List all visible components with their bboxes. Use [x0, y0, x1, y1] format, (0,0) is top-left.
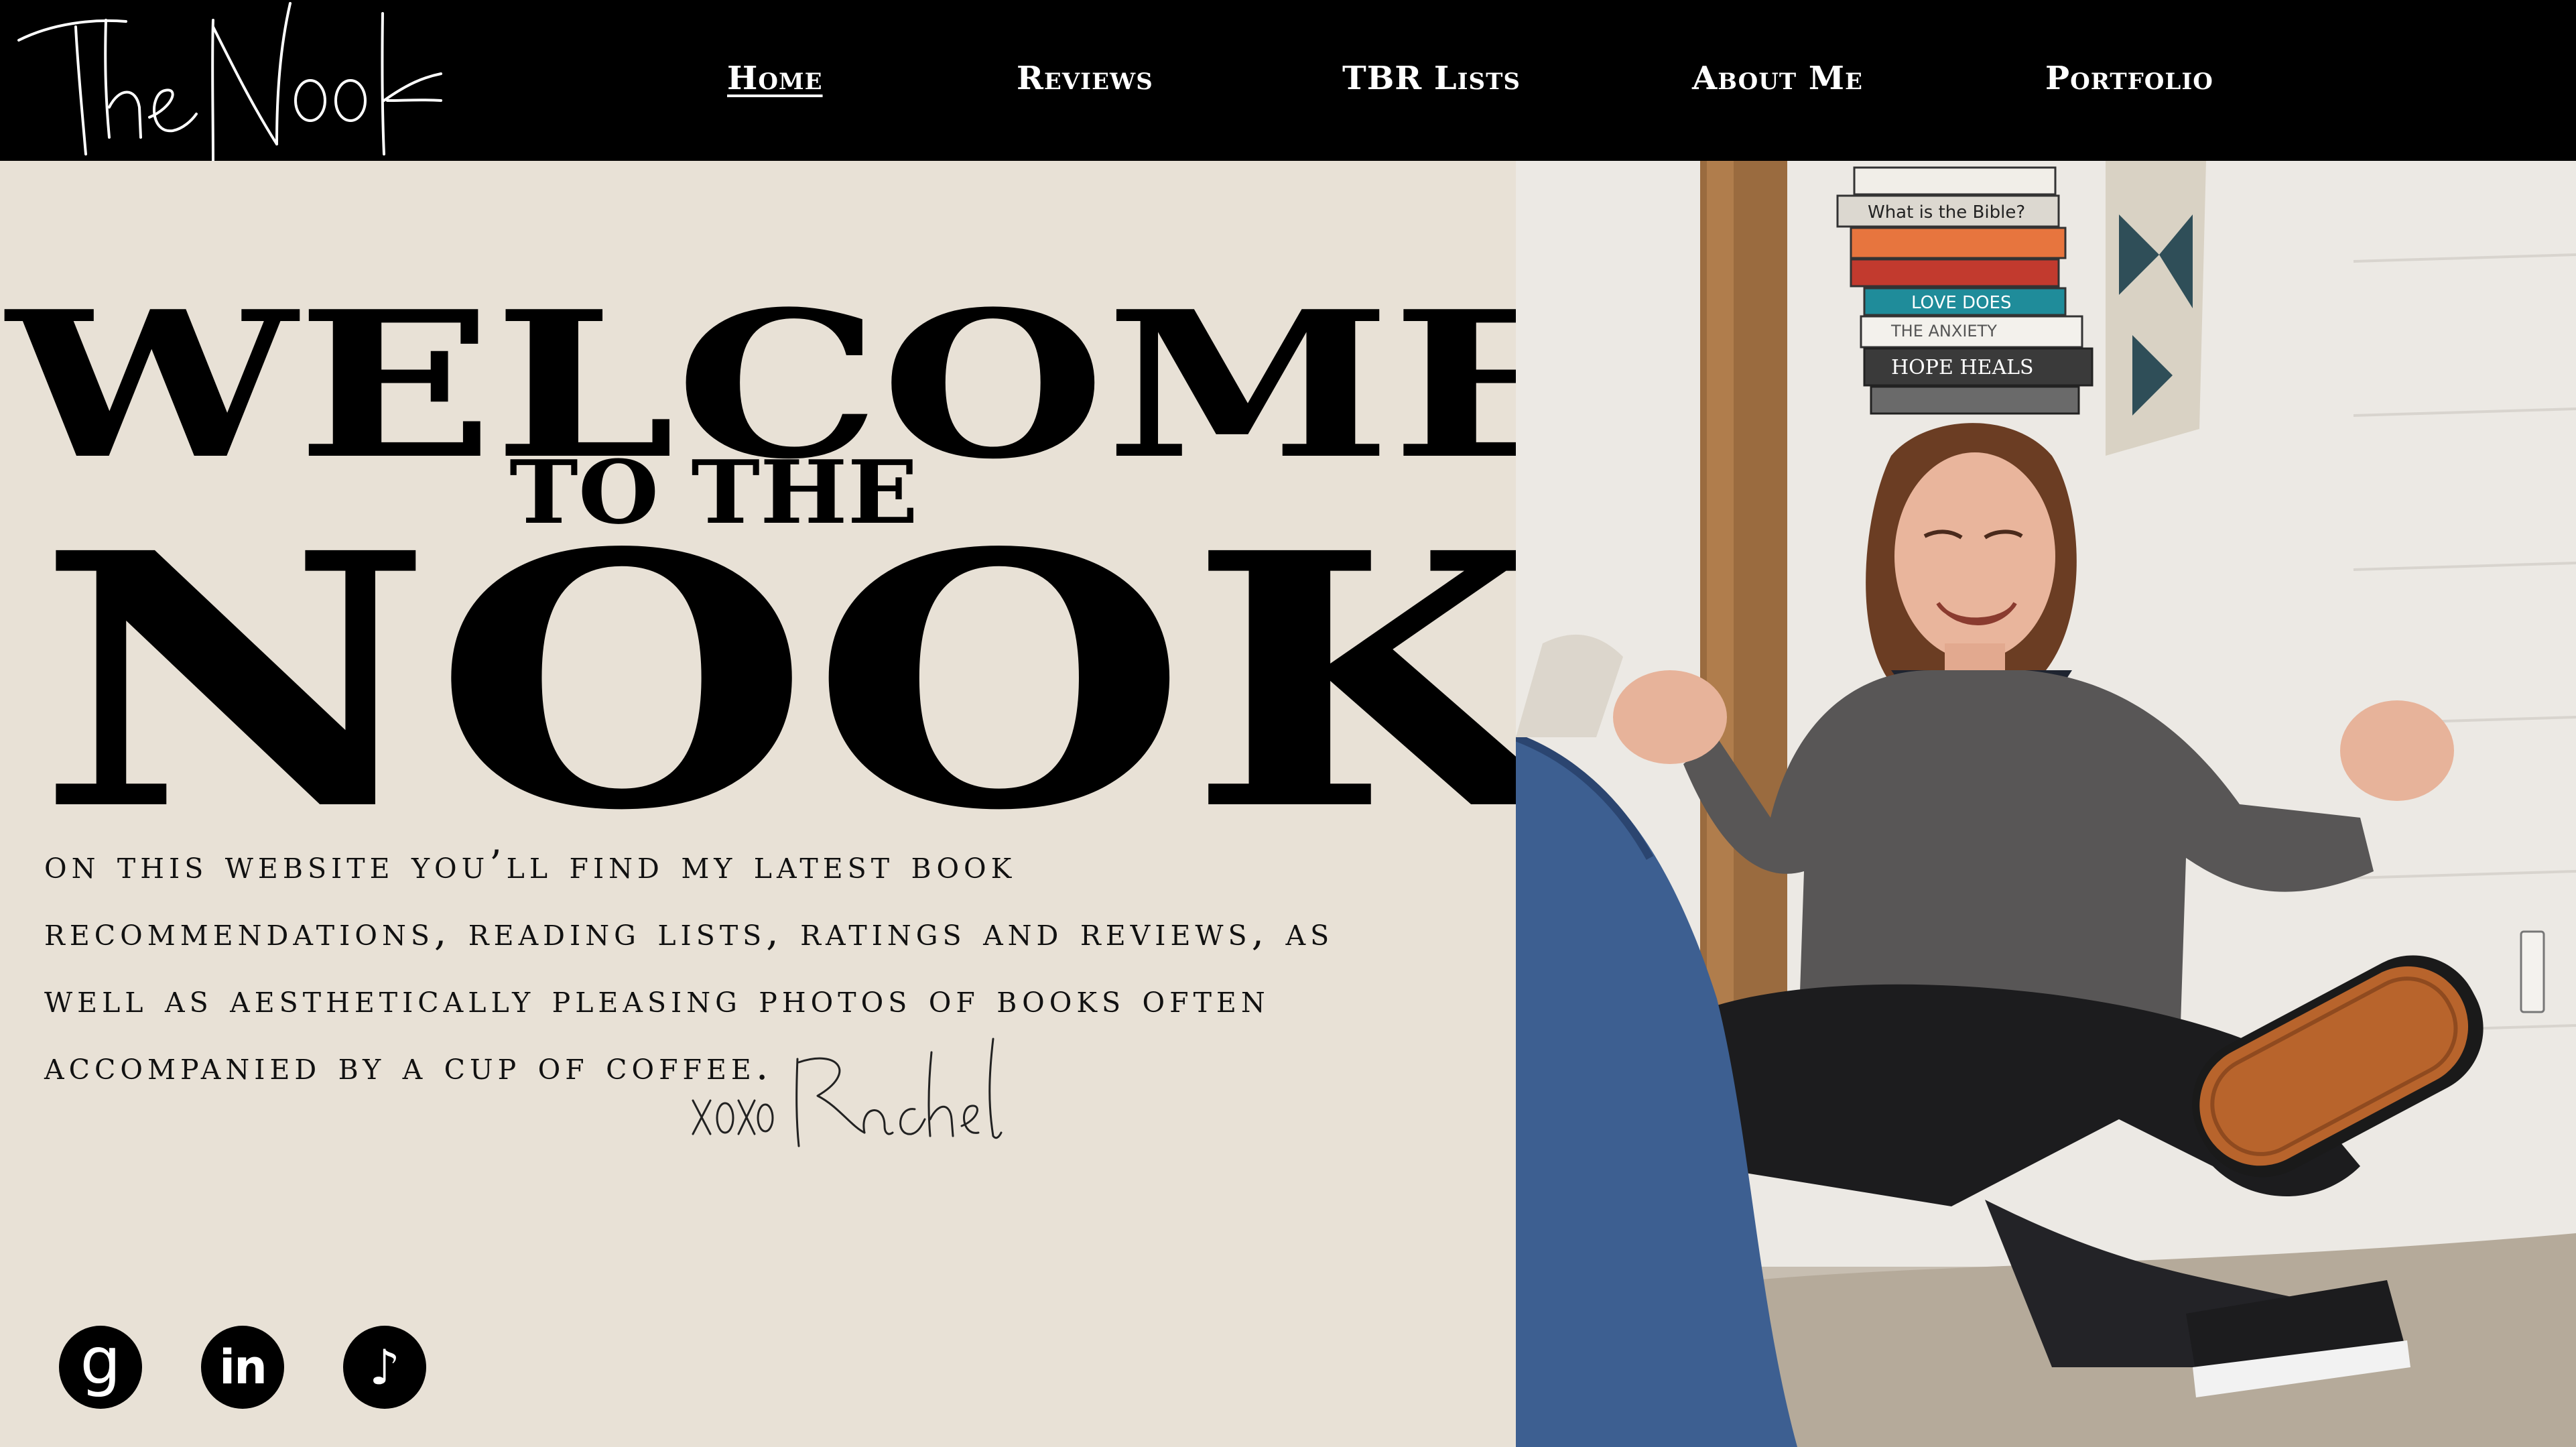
hero-photo: What is the Bible? THE ANXIETY LOVE DOES…: [1516, 161, 2576, 1447]
tiktok-glyph: ♪: [369, 1339, 400, 1395]
book-spine: LOVE DOES: [1911, 293, 2011, 313]
nav-tbr-lists[interactable]: TBR Lists: [1342, 55, 1521, 102]
hero-line-nook: NOOK: [37, 477, 1581, 887]
nav-reviews[interactable]: Reviews: [1017, 55, 1153, 102]
book-spine: What is the Bible?: [1868, 202, 2025, 223]
intro-text-line: well as aesthetically pleasing photos of…: [44, 976, 1270, 1021]
linkedin-glyph: in: [219, 1340, 267, 1395]
goodreads-icon[interactable]: g: [59, 1324, 142, 1409]
tiktok-icon[interactable]: ♪: [343, 1326, 426, 1409]
intro-text-line: recommendations, reading lists, ratings …: [44, 909, 1334, 954]
site-logo[interactable]: [12, 0, 448, 164]
intro-text-line: on this website you’ll find my latest bo…: [44, 842, 1017, 887]
goodreads-glyph: g: [80, 1324, 121, 1399]
top-nav-bar: Home Reviews TBR Lists About Me Portfoli…: [0, 0, 2576, 164]
nav-about-me[interactable]: About Me: [1692, 55, 1863, 102]
book-spine: THE ANXIETY: [1890, 322, 1997, 340]
nav-home[interactable]: Home: [727, 55, 823, 102]
linkedin-icon[interactable]: in: [201, 1326, 284, 1409]
signature: [692, 1037, 1003, 1147]
nav-portfolio[interactable]: Portfolio: [2045, 55, 2213, 102]
hero-title: WELCOME TO THE NOOK: [3, 267, 1588, 887]
book-spine: HOPE HEALS: [1891, 356, 2034, 379]
